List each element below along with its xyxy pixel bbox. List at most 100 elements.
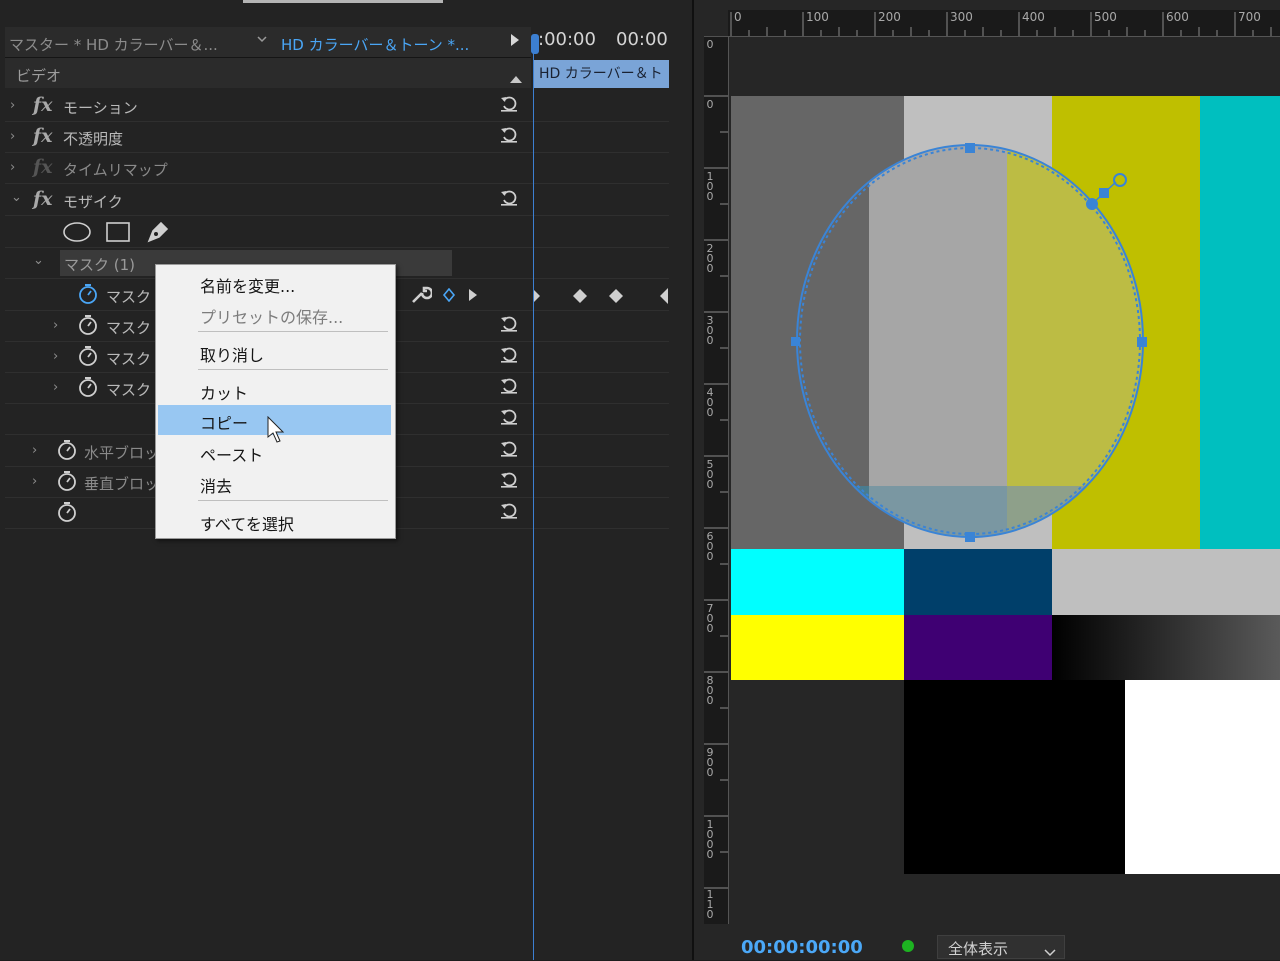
menu-item-clear[interactable]: 消去: [158, 468, 391, 498]
mask-feather-label: マスク: [106, 319, 152, 337]
keyframe-right-half[interactable]: [533, 288, 541, 307]
chevron-down-icon[interactable]: ⌄: [33, 253, 44, 268]
reset-icon[interactable]: [499, 187, 519, 211]
program-timecode[interactable]: 00:00:00:00: [741, 937, 863, 958]
menu-item-undo[interactable]: 取り消し: [158, 337, 391, 367]
horizontal-blocks-label: 水平ブロッ: [84, 444, 160, 462]
chevron-right-icon[interactable]: ›: [32, 474, 37, 489]
timeline-clip[interactable]: HD カラーバー＆ト: [533, 60, 669, 88]
ruler-label: 300: [706, 314, 714, 347]
chevron-right-icon[interactable]: ›: [10, 160, 15, 175]
ruler-label: 0: [706, 38, 714, 51]
ruler-label: 500: [1094, 10, 1117, 24]
play-triangle-icon[interactable]: [510, 33, 520, 51]
fx-icon[interactable]: fx: [33, 94, 53, 116]
chevron-right-icon[interactable]: ›: [10, 98, 15, 113]
stopwatch-icon[interactable]: [78, 314, 98, 340]
ruler-label: 110: [706, 888, 714, 921]
menu-item-cut[interactable]: カット: [158, 375, 391, 405]
zoom-level-value: 全体表示: [948, 940, 1009, 958]
ruler-label: 700: [706, 602, 714, 635]
mask-tools-row: [5, 216, 669, 248]
effect-label: 不透明度: [63, 130, 124, 148]
playhead-line[interactable]: [533, 35, 534, 960]
keyframe[interactable]: [572, 288, 588, 308]
chevron-down-icon[interactable]: [256, 30, 268, 52]
program-video-frame[interactable]: [731, 96, 1280, 874]
context-menu: 名前を変更... プリセットの保存... 取り消し カット コピー ペースト 消…: [155, 264, 396, 539]
collapse-triangle-icon[interactable]: [510, 68, 522, 87]
rectangle-mask-icon[interactable]: [105, 221, 131, 247]
timeline-time-end: 00:00: [616, 29, 668, 50]
effect-row-mosaic[interactable]: ⌄ fx モザイク: [5, 184, 669, 216]
master-clip-tab[interactable]: マスター * HD カラーバー＆...: [9, 34, 218, 55]
reset-icon[interactable]: [499, 344, 519, 368]
effect-label: タイムリマップ: [63, 161, 168, 179]
effect-row-opacity[interactable]: › fx 不透明度: [5, 121, 669, 153]
video-section-header: ビデオ: [5, 58, 531, 88]
reset-icon[interactable]: [499, 375, 519, 399]
reset-icon[interactable]: [499, 93, 519, 117]
zoom-level-dropdown[interactable]: 全体表示: [937, 935, 1065, 959]
playhead-handle[interactable]: [531, 34, 539, 54]
menu-item-rename[interactable]: 名前を変更...: [158, 268, 391, 298]
reset-icon[interactable]: [499, 469, 519, 493]
chevron-right-icon[interactable]: ›: [32, 443, 37, 458]
effect-label: モーション: [63, 99, 138, 117]
mask-name-label: マスク (1): [64, 256, 136, 274]
fx-icon: fx: [33, 156, 53, 178]
stopwatch-icon[interactable]: [78, 376, 98, 402]
status-indicator-dot: [902, 940, 914, 952]
chevron-right-icon[interactable]: ›: [10, 129, 15, 144]
chevron-right-icon[interactable]: ›: [53, 318, 58, 333]
mask-path-label: マスク: [106, 288, 152, 306]
chevron-right-icon[interactable]: ›: [53, 349, 58, 364]
fx-icon[interactable]: fx: [33, 188, 53, 210]
menu-item-select-all[interactable]: すべてを選択: [158, 506, 391, 536]
stopwatch-icon-active[interactable]: [78, 283, 98, 309]
effect-row-motion[interactable]: › fx モーション: [5, 90, 669, 122]
ruler-label: 700: [1238, 10, 1261, 24]
ruler-label: 100: [806, 10, 829, 24]
ruler-label: 400: [706, 386, 714, 419]
reset-icon[interactable]: [499, 313, 519, 337]
stopwatch-icon[interactable]: [57, 470, 77, 496]
ruler-label: 100: [706, 170, 714, 203]
ruler-label: 0: [734, 10, 742, 24]
chevron-right-icon[interactable]: ›: [53, 380, 58, 395]
chevron-down-icon[interactable]: ⌄: [11, 190, 22, 205]
ruler-label: 500: [706, 458, 714, 491]
mask-expansion-label: マスク: [106, 381, 152, 399]
ruler-label: 300: [950, 10, 973, 24]
sequence-clip-tab[interactable]: HD カラーバー＆トーン *...: [281, 34, 469, 55]
stopwatch-icon[interactable]: [57, 439, 77, 465]
menu-separator: [198, 369, 388, 370]
keyframe[interactable]: [608, 288, 624, 308]
ruler-label: 600: [706, 530, 714, 563]
keyframe-diamond-icon[interactable]: [442, 287, 456, 306]
ruler-label: 400: [1022, 10, 1045, 24]
mouse-cursor-icon: [267, 415, 285, 448]
ruler-label: 200: [878, 10, 901, 24]
reset-icon[interactable]: [499, 500, 519, 524]
menu-item-save-preset: プリセットの保存...: [200, 308, 344, 327]
timeline-time-start: :00:00: [538, 29, 596, 50]
reset-icon[interactable]: [499, 406, 519, 430]
effect-label: モザイク: [63, 193, 123, 211]
horizontal-ruler: 0 100 200 300 400 500 600 700: [728, 10, 1280, 37]
reset-icon[interactable]: [499, 124, 519, 148]
reset-icon[interactable]: [499, 438, 519, 462]
wrench-icon[interactable]: [410, 283, 434, 309]
keyframe-left-half[interactable]: [660, 288, 669, 308]
stopwatch-icon[interactable]: [57, 501, 77, 527]
next-keyframe-icon[interactable]: [468, 287, 478, 306]
ellipse-mask-icon[interactable]: [62, 221, 92, 247]
effect-controls-tab-row: マスター * HD カラーバー＆... HD カラーバー＆トーン *...: [5, 27, 531, 58]
stopwatch-icon[interactable]: [78, 345, 98, 371]
effect-row-time-remap[interactable]: › fx タイムリマップ: [5, 152, 669, 184]
vertical-blocks-label: 垂直ブロッ: [84, 475, 160, 493]
ruler-label: 200: [706, 242, 714, 275]
pen-mask-icon[interactable]: [145, 219, 171, 249]
fx-icon[interactable]: fx: [33, 125, 53, 147]
mask-opacity-label: マスク: [106, 350, 152, 368]
